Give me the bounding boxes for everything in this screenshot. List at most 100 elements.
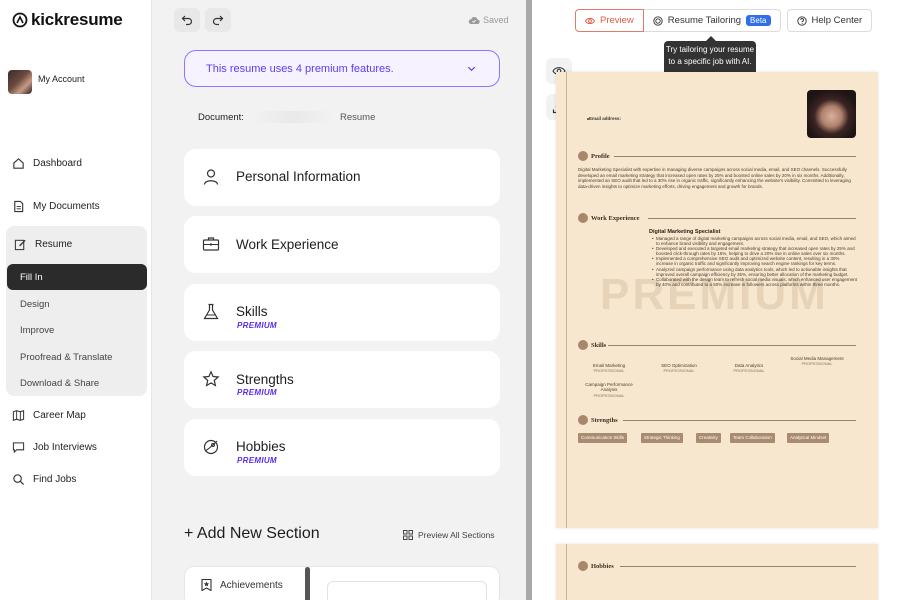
section-rule [623,420,856,421]
new-section-panel: Achievements [184,566,500,600]
achievements-label: Achievements [220,579,283,591]
skill-level: PROFESSIONAL [593,368,625,374]
section-skills[interactable]: Skills PREMIUM [184,284,500,341]
undo-button[interactable] [174,8,200,32]
section-marker [578,213,588,223]
skill-item: Data Analytics PROFESSIONAL [717,363,781,374]
heading-text: Skills [591,341,607,349]
profile-photo [807,90,856,138]
document-name-field[interactable] [252,111,334,123]
save-status: Saved [468,15,509,25]
job-bullet: Implemented a comprehensive SEO audit an… [652,256,857,266]
skill-item: Social Media Management PROFESSIONAL [787,356,847,367]
nav-fill-in[interactable]: Fill In [7,264,147,290]
chat-icon [12,442,25,454]
nav-career-map-label: Career Map [33,410,86,421]
section-title: Hobbies [236,439,286,454]
strength-chip: Team Collaboration [730,433,775,443]
job-title: Digital Marketing Specialist [649,229,721,235]
preview-all-sections-button[interactable]: Preview All Sections [403,530,495,540]
nav-my-documents-label: My Documents [33,201,100,212]
scrollbar[interactable] [305,567,310,600]
premium-features-text: This resume uses 4 premium features. [206,63,394,75]
section-marker [578,561,588,571]
nav-proofread-translate[interactable]: Proofread & Translate [20,352,112,363]
nav-job-interviews-label: Job Interviews [33,442,97,453]
nav-resume-label: Resume [35,239,73,250]
section-work-experience[interactable]: Work Experience [184,216,500,273]
skill-item: SEO Optimization PROFESSIONAL [647,363,711,374]
preview-all-sections-label: Preview All Sections [418,530,495,540]
section-personal-information[interactable]: Personal Information [184,149,500,206]
nav-my-documents[interactable]: My Documents [12,200,100,213]
job-bullet: Analyzed campaign performance using data… [652,267,857,277]
skill-item: Email Marketing PROFESSIONAL [577,363,641,374]
nav-career-map[interactable]: Career Map [12,409,86,422]
skill-level: PROFESSIONAL [593,392,625,398]
preview-tabs: Preview Resume Tailoring Beta Help Cente… [575,9,873,32]
undo-icon [181,15,193,26]
nav-dashboard-label: Dashboard [33,158,82,169]
grid-icon [403,530,413,540]
edit-icon [14,239,26,251]
nav-find-jobs-label: Find Jobs [33,474,77,485]
redo-button[interactable] [205,8,231,32]
document-icon [14,200,24,213]
tab-resume-tailoring[interactable]: Resume Tailoring Beta [643,9,781,32]
section-hobbies[interactable]: Hobbies PREMIUM [184,419,500,476]
nav-design[interactable]: Design [20,299,50,310]
job-bullets: Managed a range of digital marketing cam… [652,236,857,287]
section-strengths[interactable]: Strengths PREMIUM [184,351,500,408]
resume-skills-heading: Skills [578,340,606,350]
resume-nav-group: Resume Fill In Design Improve Proofread … [6,226,147,396]
resume-work-heading: Work Experience [578,213,640,223]
home-icon [13,158,24,169]
target-icon [653,15,663,26]
section-title: Strengths [236,372,294,387]
star-icon [202,370,220,387]
app-logo[interactable]: kickresume [12,10,123,30]
help-icon [796,15,807,26]
heading-text: Hobbies [591,562,614,570]
nav-improve[interactable]: Improve [20,325,54,336]
premium-features-banner[interactable]: This resume uses 4 premium features. [184,50,500,87]
section-title: Work Experience [236,237,339,252]
premium-badge: PREMIUM [237,456,277,465]
strength-chip: Communication Skills [578,433,628,443]
heading-text: Strengths [591,416,618,424]
section-rule [648,218,856,219]
rocket-icon [203,439,219,455]
nav-job-interviews[interactable]: Job Interviews [12,441,97,454]
achievements-option[interactable]: Achievements [201,579,283,591]
nav-resume[interactable]: Resume [14,238,72,251]
account-menu[interactable]: My Account [8,70,85,94]
tab-preview[interactable]: Preview [575,9,644,32]
document-label: Document: [198,112,244,123]
resume-preview-page: PREMIUM Email address: Profile Digital M… [556,72,878,528]
redo-icon [212,15,224,26]
document-type: Resume [340,112,376,123]
skill-item: Campaign Performance Analysis PROFESSIONA… [577,382,641,398]
resume-profile-heading: Profile [578,151,610,161]
account-label: My Account [38,74,85,84]
nav-find-jobs[interactable]: Find Jobs [12,473,76,486]
skill-level: PROFESSIONAL [733,368,765,374]
resume-hobbies-heading: Hobbies [578,561,614,571]
job-bullet: Managed a range of digital marketing cam… [652,236,857,246]
save-status-label: Saved [483,15,509,25]
profile-text: Digital Marketing Specialist with expert… [578,167,851,189]
nav-download-share[interactable]: Download & Share [20,378,99,389]
section-preview-card [327,581,487,600]
section-marker [578,340,588,350]
nav-dashboard[interactable]: Dashboard [12,157,82,170]
kickresume-logo-icon [12,12,28,28]
add-new-section-button[interactable]: + Add New Section [184,525,320,543]
help-center-button[interactable]: Help Center [786,9,873,32]
search-icon [13,474,25,486]
timeline-line [566,544,567,600]
section-title: Personal Information [236,169,361,184]
app-name: kickresume [31,10,123,29]
strength-chip: Analytical Mindset [787,433,830,443]
premium-badge: PREMIUM [237,321,277,330]
flask-icon [203,303,219,320]
